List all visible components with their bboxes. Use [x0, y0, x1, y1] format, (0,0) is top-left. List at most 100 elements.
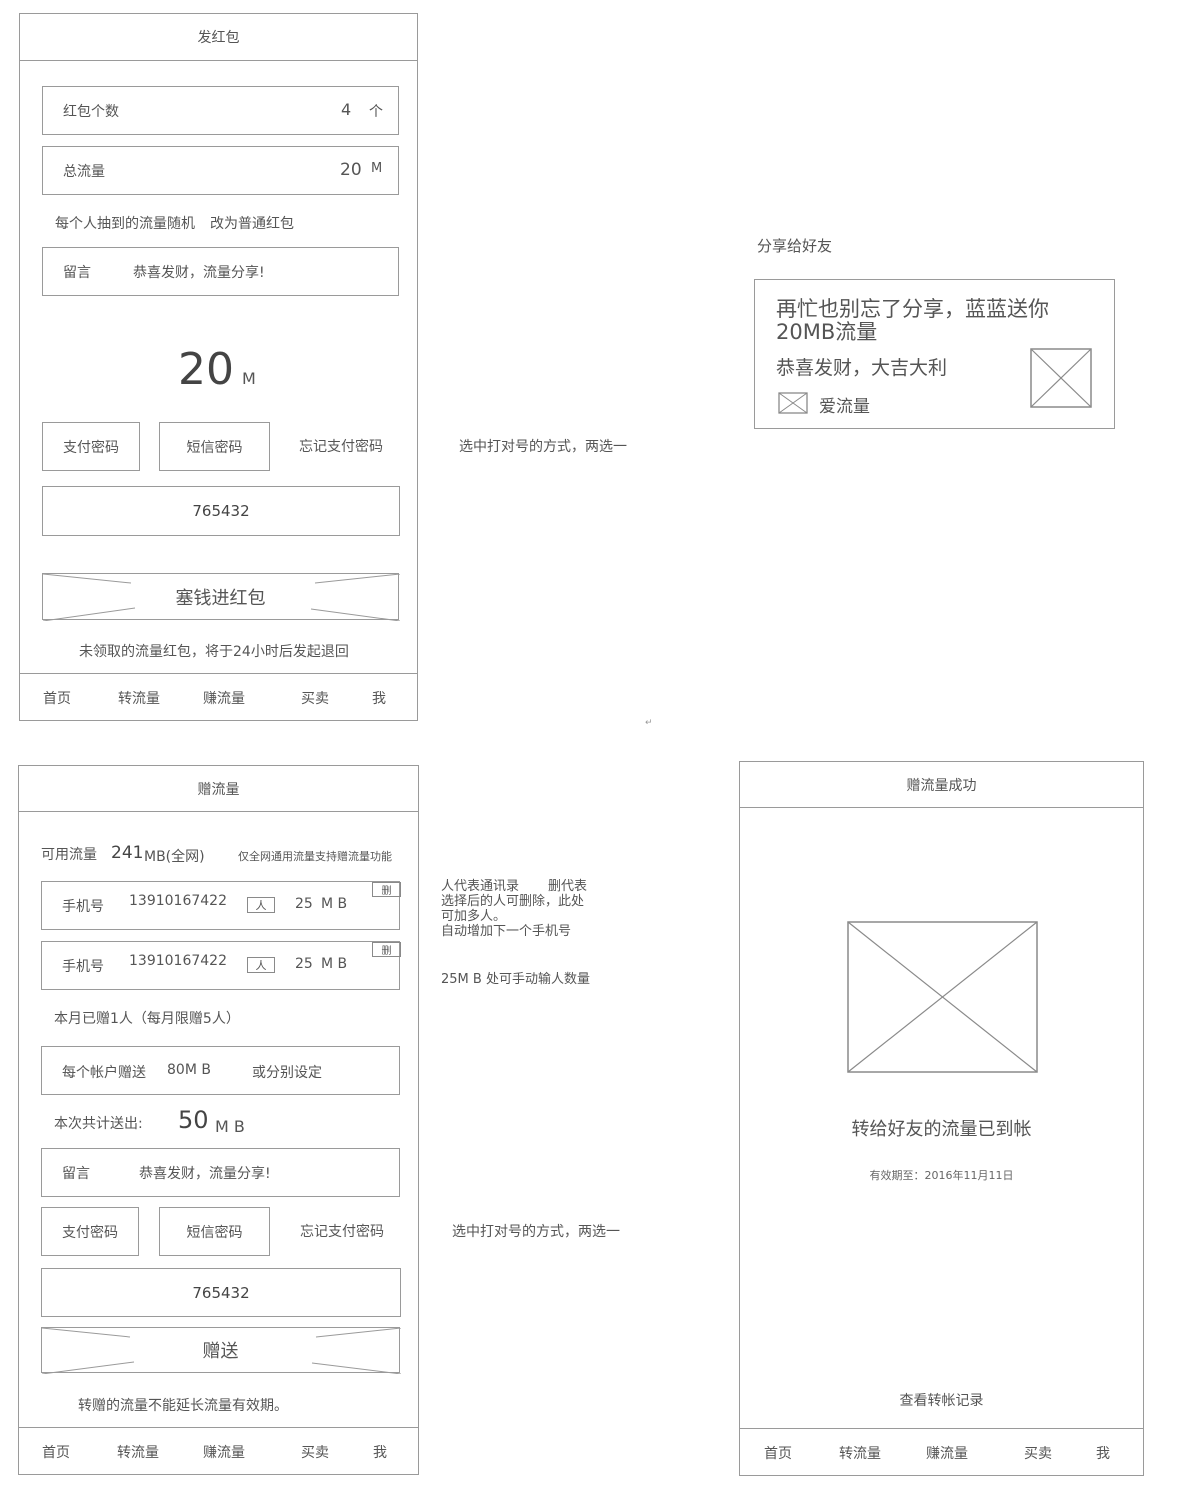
password-input[interactable]: 765432 — [41, 1268, 401, 1317]
per-account-field[interactable]: 每个帐户赠送 80M B 或分别设定 — [41, 1046, 400, 1095]
pay-choice-note-1: 选中打对号的方式，两选一 — [459, 439, 627, 455]
phone-value[interactable]: 13910167422 — [129, 953, 227, 969]
contacts-icon-label: 人 — [255, 899, 267, 912]
nav-transfer[interactable]: 转流量 — [118, 688, 160, 708]
annotation-contacts-3: 选择后的人可删除，此处 — [441, 894, 585, 909]
switch-normal-packet-link[interactable]: 改为普通红包 — [210, 213, 294, 233]
share-title: 再忙也别忘了分享，蓝蓝送你20MB流量 — [776, 297, 1049, 344]
pay-password-button[interactable]: 支付密码 — [42, 422, 140, 471]
phone-value[interactable]: 13910167422 — [129, 893, 227, 909]
success-message-text: 转给好友的流量已到帐 — [851, 1119, 1032, 1140]
gift-amount[interactable]: 25 — [295, 896, 313, 912]
nav-earn[interactable]: 赚流量 — [203, 688, 245, 708]
total-flow-field[interactable]: 总流量 20 M — [42, 146, 399, 195]
bottom-nav: 首页 转流量 赚流量 买卖 我 — [19, 1427, 418, 1474]
big-amount: 20 — [178, 344, 234, 395]
bottom-nav: 首页 转流量 赚流量 买卖 我 — [20, 673, 417, 720]
stuff-money-button[interactable]: 塞钱进红包 — [42, 573, 400, 621]
phone-label: 手机号 — [62, 899, 104, 915]
nav-trade[interactable]: 买卖 — [301, 688, 329, 708]
delete-icon-label: 删 — [381, 886, 392, 897]
contacts-icon[interactable]: 人 — [247, 897, 275, 913]
success-message: 转给好友的流量已到帐 — [740, 1114, 1143, 1142]
gift-submit-label: 赠送 — [202, 1341, 239, 1362]
available-flow-unit: MB(全网) — [144, 849, 205, 865]
success-image-placeholder — [847, 921, 1038, 1073]
packet-count-label: 红包个数 — [63, 104, 119, 120]
message-label: 留言 — [63, 265, 91, 281]
nav-transfer[interactable]: 转流量 — [839, 1443, 881, 1463]
sms-password-button[interactable]: 短信密码 — [159, 422, 270, 471]
view-history-link[interactable]: 查看转帐记录 — [740, 1389, 1143, 1411]
pay-password-button[interactable]: 支付密码 — [41, 1207, 139, 1256]
footer-note: 未领取的流量红包，将于24小时后发起退回 — [79, 644, 349, 660]
nav-home[interactable]: 首页 — [42, 1442, 70, 1462]
nav-trade[interactable]: 买卖 — [1024, 1443, 1052, 1463]
red-packet-screen: 发红包 红包个数 4 个 总流量 20 M 每个人抽到的流量随机 改为普通红包 … — [19, 13, 418, 721]
total-sent-label: 本次共计送出: — [54, 1116, 143, 1132]
total-sent-unit: M B — [215, 1117, 245, 1136]
pay-choice-note-2: 选中打对号的方式，两选一 — [452, 1224, 620, 1240]
forgot-password-link[interactable]: 忘记支付密码 — [299, 436, 383, 456]
nav-transfer[interactable]: 转流量 — [117, 1442, 159, 1462]
nav-earn[interactable]: 赚流量 — [926, 1443, 968, 1463]
nav-me[interactable]: 我 — [1096, 1443, 1110, 1463]
packet-count-value[interactable]: 4 — [341, 100, 351, 119]
expiry-date: 有效期至：2016年11月11日 — [740, 1166, 1143, 1184]
message-field[interactable]: 留言 恭喜发财，流量分享! — [42, 247, 399, 296]
gift-flow-screen: 赠流量 可用流量 241 MB(全网) 仅全网通用流量支持赠流量功能 手机号 1… — [18, 765, 419, 1475]
total-flow-label: 总流量 — [63, 164, 105, 180]
recipient-row[interactable]: 手机号 13910167422 人 25 M B 删 — [41, 881, 401, 930]
nav-trade[interactable]: 买卖 — [301, 1442, 329, 1462]
big-amount-unit: M — [242, 369, 256, 388]
gift-amount-unit: M B — [321, 896, 348, 912]
pay-password-label: 支付密码 — [62, 1224, 118, 1241]
delete-recipient-icon[interactable]: 删 — [372, 882, 401, 897]
gift-success-screen: 赠流量成功 转给好友的流量已到帐 有效期至：2016年11月11日 查看转帐记录… — [739, 761, 1144, 1476]
expiry-date-text: 有效期至：2016年11月11日 — [869, 1169, 1014, 1182]
gift-amount[interactable]: 25 — [295, 956, 313, 972]
total-flow-unit: M — [371, 161, 383, 176]
available-flow-value: 241 — [111, 843, 144, 863]
brand-name: 爱流量 — [819, 397, 870, 417]
message-value[interactable]: 恭喜发财，流量分享! — [133, 262, 265, 282]
password-input[interactable]: 765432 — [42, 486, 400, 536]
annotation-contacts-4: 可加多人。 — [441, 909, 507, 924]
password-value: 765432 — [192, 502, 250, 520]
share-card[interactable]: 再忙也别忘了分享，蓝蓝送你20MB流量 恭喜发财，大吉大利 爱流量 — [754, 279, 1115, 429]
gift-submit-button[interactable]: 赠送 — [41, 1327, 401, 1374]
forgot-password-link[interactable]: 忘记支付密码 — [300, 1221, 384, 1241]
random-note: 每个人抽到的流量随机 — [55, 216, 195, 232]
recipient-row[interactable]: 手机号 13910167422 人 25 M B 删 — [41, 941, 401, 990]
page-title: 赠流量 — [19, 766, 418, 812]
nav-home[interactable]: 首页 — [764, 1443, 792, 1463]
contacts-icon[interactable]: 人 — [247, 957, 275, 973]
set-individually-link[interactable]: 或分别设定 — [252, 1062, 322, 1082]
view-history-text: 查看转帐记录 — [899, 1393, 984, 1409]
annotation-contacts-2: 删代表 — [548, 879, 588, 894]
nav-me[interactable]: 我 — [373, 1442, 387, 1462]
sms-password-button[interactable]: 短信密码 — [159, 1207, 270, 1256]
stray-mark: ↵ — [645, 718, 653, 728]
share-heading: 分享给好友 — [757, 237, 833, 255]
packet-count-unit: 个 — [369, 104, 383, 120]
nav-home[interactable]: 首页 — [43, 688, 71, 708]
share-image-placeholder — [1030, 348, 1092, 408]
nav-me[interactable]: 我 — [372, 688, 386, 708]
title-text: 赠流量 — [197, 781, 240, 798]
annotation-contacts-1: 人代表通讯录 — [441, 879, 520, 894]
available-flow-label: 可用流量 — [41, 847, 97, 863]
message-value[interactable]: 恭喜发财，流量分享! — [139, 1163, 271, 1183]
footer-note: 转赠的流量不能延长流量有效期。 — [78, 1398, 288, 1414]
message-field[interactable]: 留言 恭喜发财，流量分享! — [41, 1148, 400, 1197]
packet-count-field[interactable]: 红包个数 4 个 — [42, 86, 399, 135]
sms-password-label: 短信密码 — [186, 439, 243, 456]
per-account-label: 每个帐户赠送 — [62, 1065, 146, 1081]
per-account-value[interactable]: 80M B — [167, 1062, 211, 1078]
nav-earn[interactable]: 赚流量 — [203, 1442, 245, 1462]
delete-recipient-icon[interactable]: 删 — [372, 942, 401, 957]
message-label: 留言 — [62, 1166, 90, 1182]
title-text: 赠流量成功 — [906, 777, 977, 794]
total-flow-value[interactable]: 20 — [340, 160, 362, 180]
total-sent-value: 50 — [178, 1106, 209, 1134]
